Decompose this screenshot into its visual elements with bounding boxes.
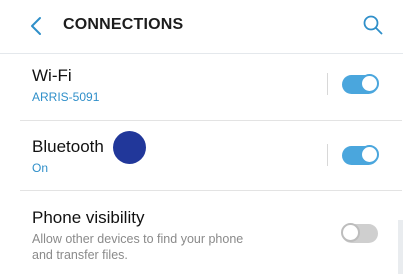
wifi-network-name: ARRIS-5091 xyxy=(32,90,100,104)
bluetooth-toggle[interactable] xyxy=(342,145,379,165)
chevron-left-icon xyxy=(31,17,41,35)
toggle-knob xyxy=(360,74,379,93)
bluetooth-row[interactable]: Bluetooth On xyxy=(0,121,403,189)
phone-visibility-description: Allow other devices to find your phone a… xyxy=(32,232,244,262)
toggle-knob xyxy=(360,145,379,164)
row-separator xyxy=(327,73,328,95)
connections-screen: CONNECTIONS Wi-Fi ARRIS-5091 Bluetooth O… xyxy=(0,0,403,274)
touch-indicator xyxy=(113,131,146,164)
app-header: CONNECTIONS xyxy=(0,0,403,54)
wifi-toggle[interactable] xyxy=(342,74,379,94)
phone-visibility-row[interactable]: Phone visibility Allow other devices to … xyxy=(0,191,403,274)
wifi-label: Wi-Fi xyxy=(32,66,72,85)
window-edge xyxy=(398,220,403,274)
search-button[interactable] xyxy=(362,14,384,36)
page-title: CONNECTIONS xyxy=(63,16,184,33)
back-button[interactable] xyxy=(27,15,47,37)
phone-visibility-label: Phone visibility xyxy=(32,208,145,227)
wifi-row[interactable]: Wi-Fi ARRIS-5091 xyxy=(0,54,403,120)
bluetooth-status: On xyxy=(32,161,49,175)
phone-visibility-toggle[interactable] xyxy=(341,223,378,243)
row-separator xyxy=(327,144,328,166)
bluetooth-label: Bluetooth xyxy=(32,137,104,156)
toggle-knob xyxy=(341,223,360,242)
search-icon xyxy=(363,15,383,35)
